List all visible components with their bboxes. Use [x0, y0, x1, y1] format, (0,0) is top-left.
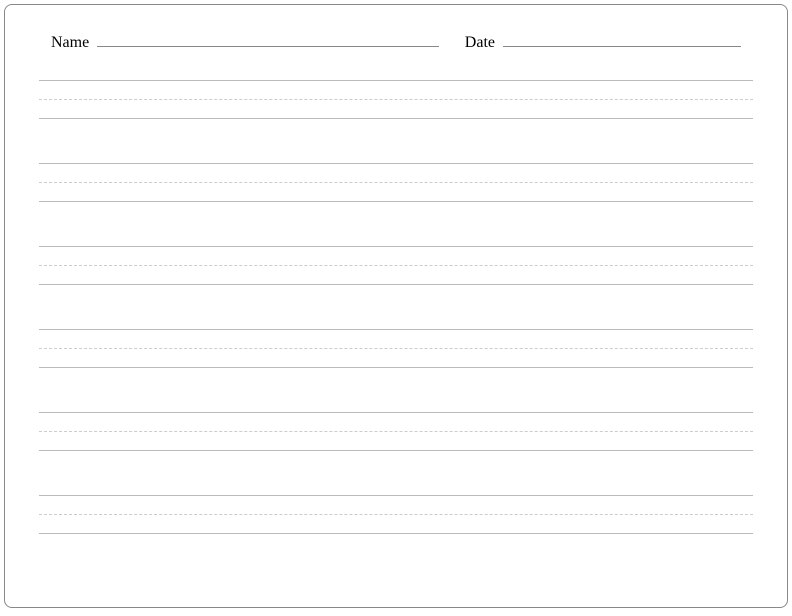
writing-line-group[interactable] [39, 495, 753, 534]
base-guideline [39, 284, 753, 285]
mid-guideline [39, 348, 753, 349]
writing-area [37, 80, 755, 534]
top-guideline [39, 80, 753, 81]
mid-guideline [39, 431, 753, 432]
top-guideline [39, 329, 753, 330]
writing-line-group[interactable] [39, 412, 753, 451]
date-label: Date [465, 34, 495, 52]
top-guideline [39, 246, 753, 247]
writing-line-group[interactable] [39, 329, 753, 368]
writing-line-group[interactable] [39, 80, 753, 119]
top-guideline [39, 163, 753, 164]
mid-guideline [39, 514, 753, 515]
mid-guideline [39, 265, 753, 266]
base-guideline [39, 201, 753, 202]
mid-guideline [39, 99, 753, 100]
worksheet-page: Name Date [4, 4, 788, 608]
base-guideline [39, 450, 753, 451]
mid-guideline [39, 182, 753, 183]
date-input-line[interactable] [503, 29, 741, 47]
header-row: Name Date [37, 29, 755, 52]
base-guideline [39, 533, 753, 534]
name-label: Name [51, 34, 89, 52]
name-input-line[interactable] [97, 29, 439, 47]
top-guideline [39, 412, 753, 413]
writing-line-group[interactable] [39, 163, 753, 202]
base-guideline [39, 367, 753, 368]
writing-line-group[interactable] [39, 246, 753, 285]
top-guideline [39, 495, 753, 496]
base-guideline [39, 118, 753, 119]
